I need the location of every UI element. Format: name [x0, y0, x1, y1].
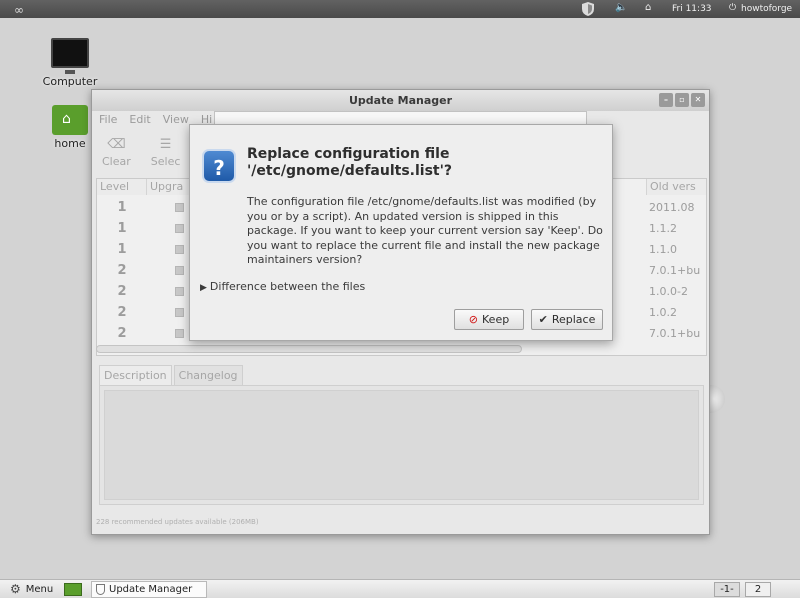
- row-level: 1: [117, 221, 127, 236]
- shield-icon: [96, 584, 105, 595]
- task-label: Update Manager: [109, 584, 193, 595]
- toolbar: ⌫ Clear ☰ Selec: [102, 137, 180, 168]
- expander-label: Difference between the files: [209, 280, 366, 293]
- row-level: 2: [117, 263, 127, 278]
- row-level: 2: [117, 305, 127, 320]
- row-old-version: 1.1.0: [649, 243, 677, 256]
- user-icon: ⏻: [729, 3, 737, 13]
- horizontal-scrollbar[interactable]: [96, 345, 522, 353]
- menu-edit[interactable]: Edit: [129, 113, 150, 131]
- row-old-version: 1.0.0-2: [649, 285, 688, 298]
- username[interactable]: howtoforge: [741, 4, 792, 14]
- network-icon[interactable]: ⌂: [645, 2, 651, 13]
- cancel-icon: ⊘: [468, 313, 479, 326]
- window-titlebar[interactable]: Update Manager – ▫ ✕: [92, 90, 709, 111]
- desktop-icon-computer[interactable]: Computer: [40, 38, 100, 88]
- menu-label: Menu: [25, 583, 54, 595]
- upgrade-checkbox[interactable]: [175, 224, 184, 233]
- workspace-2[interactable]: 2: [745, 582, 771, 597]
- clear-button[interactable]: ⌫ Clear: [102, 137, 131, 168]
- tab-changelog[interactable]: Changelog: [173, 365, 243, 385]
- keep-label: Keep: [482, 313, 510, 326]
- description-panel: [99, 385, 704, 505]
- details-tabs: Description Changelog: [99, 365, 243, 385]
- monitor-icon: [51, 38, 89, 74]
- upgrade-checkbox[interactable]: [175, 287, 184, 296]
- tab-description[interactable]: Description: [99, 365, 172, 385]
- home-folder-icon: ⌂: [52, 105, 88, 135]
- show-desktop-button[interactable]: [64, 583, 82, 596]
- clock[interactable]: Fri 11:33: [672, 4, 712, 14]
- upgrade-checkbox[interactable]: [175, 266, 184, 275]
- description-text-area[interactable]: [104, 390, 699, 500]
- volume-icon[interactable]: 🔈: [615, 2, 627, 13]
- bottom-panel: ⚙ Menu Update Manager -1- 2: [0, 579, 800, 598]
- clear-label: Clear: [102, 155, 131, 168]
- top-panel: ∞ 🔈 ⌂ Fri 11:33 ⏻ howtoforge: [0, 0, 800, 18]
- menu-button[interactable]: ⚙ Menu: [10, 583, 53, 595]
- replace-label: Replace: [551, 313, 596, 326]
- select-label: Selec: [150, 155, 181, 168]
- question-icon: ?: [202, 149, 236, 183]
- clear-icon: ⌫: [107, 137, 126, 152]
- window-title: Update Manager: [348, 94, 453, 107]
- shield-icon[interactable]: [582, 2, 594, 16]
- workspace-1[interactable]: -1-: [714, 582, 740, 597]
- replace-config-dialog: ? Replace configuration file '/etc/gnome…: [189, 124, 613, 341]
- dialog-message: The configuration file /etc/gnome/defaul…: [247, 195, 603, 266]
- keep-button[interactable]: ⊘ Keep: [454, 309, 524, 330]
- select-button[interactable]: ☰ Selec: [151, 137, 181, 168]
- row-old-version: 2011.08: [649, 201, 695, 214]
- taskbar-update-manager[interactable]: Update Manager: [91, 581, 207, 598]
- status-text: 228 recommended updates available (206MB…: [96, 518, 259, 526]
- row-level: 2: [117, 326, 127, 341]
- column-header-old-version[interactable]: Old vers: [646, 179, 706, 195]
- dialog-title: Replace configuration file '/etc/gnome/d…: [247, 146, 452, 179]
- row-level: 2: [117, 284, 127, 299]
- expander-arrow-icon: ▶: [200, 283, 207, 293]
- upgrade-checkbox[interactable]: [175, 308, 184, 317]
- minimize-button[interactable]: –: [659, 93, 673, 107]
- row-level: 1: [117, 242, 127, 257]
- select-icon: ☰: [159, 137, 172, 152]
- menu-file[interactable]: File: [99, 113, 117, 131]
- menu-view[interactable]: View: [163, 113, 189, 131]
- replace-button[interactable]: ✔ Replace: [531, 309, 603, 330]
- row-level: 1: [117, 200, 127, 215]
- row-old-version: 7.0.1+bu: [649, 264, 701, 277]
- difference-expander[interactable]: ▶ Difference between the files: [200, 280, 365, 293]
- row-old-version: 1.0.2: [649, 306, 677, 319]
- infinity-logo-icon[interactable]: ∞: [14, 3, 24, 17]
- upgrade-checkbox[interactable]: [175, 203, 184, 212]
- desktop-icon-label: Computer: [42, 75, 98, 88]
- gear-icon: ⚙: [10, 582, 21, 596]
- column-header-level[interactable]: Level: [97, 179, 147, 195]
- row-old-version: 1.1.2: [649, 222, 677, 235]
- checkmark-icon: ✔: [538, 313, 548, 326]
- upgrade-checkbox[interactable]: [175, 245, 184, 254]
- close-button[interactable]: ✕: [691, 93, 705, 107]
- upgrade-checkbox[interactable]: [175, 329, 184, 338]
- maximize-button[interactable]: ▫: [675, 93, 689, 107]
- row-old-version: 7.0.1+bu: [649, 327, 701, 340]
